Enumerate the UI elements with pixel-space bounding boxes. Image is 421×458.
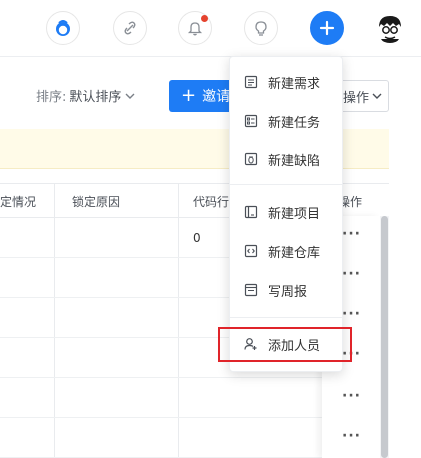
notification-dot	[201, 15, 208, 22]
menu-divider	[230, 317, 342, 318]
header-divider	[0, 56, 421, 57]
operations-label: 操作	[342, 90, 369, 106]
menu-item-new-project[interactable]: 新建项目	[230, 195, 344, 229]
sort-label: 排序:	[36, 90, 67, 105]
invite-button-label: 邀请	[202, 89, 231, 105]
menu-item-label: 新建需求	[268, 76, 321, 92]
column-header-lock-status: 定情况	[0, 195, 37, 209]
avatar-face-icon	[375, 13, 405, 43]
menu-item-new-task[interactable]: 新建任务	[230, 104, 344, 138]
menu-item-label: 新建仓库	[268, 245, 321, 261]
task-icon	[244, 114, 258, 128]
menu-item-label: 新建项目	[268, 206, 321, 222]
project-icon	[244, 205, 258, 219]
notification-button[interactable]	[178, 11, 212, 45]
row-more-actions-button[interactable]: ···	[342, 266, 361, 282]
create-new-dropdown-menu: 新建需求 新建任务 新建缺陷 新建项目 新建仓库 写周报 添加人员	[229, 56, 343, 372]
plus-icon: +	[181, 85, 197, 106]
link-button[interactable]	[113, 11, 147, 45]
menu-divider	[230, 184, 342, 185]
create-new-button[interactable]	[310, 11, 344, 45]
bell-icon	[187, 22, 203, 36]
menu-item-write-weekly-report[interactable]: 写周报	[230, 273, 344, 307]
user-avatar[interactable]	[375, 13, 405, 43]
lightbulb-icon	[255, 21, 267, 36]
requirement-icon	[244, 75, 258, 89]
row-more-actions-button[interactable]: ···	[342, 388, 361, 404]
column-header-code-lines: 代码行	[193, 195, 230, 209]
add-member-highlight-frame	[218, 327, 352, 362]
menu-item-new-bug[interactable]: 新建缺陷	[230, 142, 344, 176]
column-header-lock-reason: 锁定原因	[72, 195, 121, 209]
menu-item-label: 新建缺陷	[268, 153, 321, 169]
bird-icon	[56, 20, 70, 36]
menu-item-new-repository[interactable]: 新建仓库	[230, 234, 344, 268]
hummingbird-logo-button[interactable]	[46, 11, 80, 45]
vertical-scrollbar-thumb[interactable]	[381, 216, 388, 458]
tips-button[interactable]	[244, 11, 278, 45]
row-more-actions-button[interactable]: ···	[342, 226, 361, 242]
sort-value: 默认排序	[69, 90, 122, 105]
row-more-actions-button[interactable]: ···	[342, 306, 361, 322]
bug-icon	[244, 152, 258, 166]
link-icon	[124, 21, 136, 35]
sort-selector[interactable]: 排序: 默认排序	[36, 86, 135, 105]
menu-item-new-requirement[interactable]: 新建需求	[230, 65, 344, 99]
plus-icon	[319, 20, 335, 36]
chevron-down-icon	[125, 93, 135, 99]
repository-icon	[244, 244, 258, 258]
menu-item-label: 新建任务	[268, 115, 321, 131]
row-more-actions-button[interactable]: ···	[342, 428, 361, 444]
chevron-down-icon	[372, 93, 382, 99]
weekly-report-icon	[244, 283, 258, 297]
top-navigation-bar	[0, 0, 421, 56]
menu-item-label: 写周报	[268, 284, 308, 300]
code-lines-cell: 0	[193, 231, 201, 245]
